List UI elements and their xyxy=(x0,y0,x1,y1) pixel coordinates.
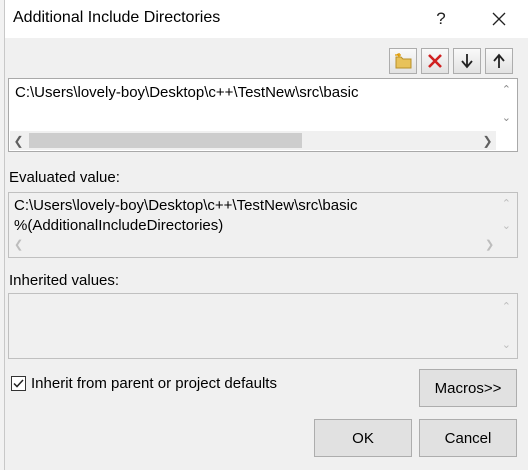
macros-button[interactable]: Macros>> xyxy=(419,369,517,407)
new-line-icon xyxy=(395,53,412,69)
cancel-button[interactable]: Cancel xyxy=(419,419,517,457)
additional-include-directories-dialog: Additional Include Directories ? C:\User… xyxy=(4,0,528,470)
new-line-button[interactable] xyxy=(389,48,417,74)
scroll-down-icon[interactable]: ⌄ xyxy=(502,111,511,124)
inherit-checkbox[interactable] xyxy=(11,376,26,391)
inherited-values-label: Inherited values: xyxy=(9,272,120,289)
scroll-right-icon[interactable]: ❯ xyxy=(479,131,496,150)
move-down-icon xyxy=(461,54,473,69)
ok-button[interactable]: OK xyxy=(314,419,412,457)
dialog-title: Additional Include Directories xyxy=(13,9,221,26)
checkmark-icon xyxy=(13,379,24,388)
evaluated-value-box: C:\Users\lovely-boy\Desktop\c++\TestNew\… xyxy=(8,192,518,258)
move-down-button[interactable] xyxy=(453,48,481,74)
help-icon: ? xyxy=(436,9,446,28)
move-up-icon xyxy=(493,53,505,68)
scroll-right-icon: ❯ xyxy=(485,239,495,251)
evaluated-line: C:\Users\lovely-boy\Desktop\c++\TestNew\… xyxy=(14,197,358,214)
evaluated-value-label: Evaluated value: xyxy=(9,169,120,186)
scroll-down-icon: ⌄ xyxy=(501,339,511,351)
help-button[interactable]: ? xyxy=(423,0,459,38)
scroll-up-icon: ⌃ xyxy=(501,198,511,210)
scroll-up-icon[interactable]: ⌃ xyxy=(502,83,511,96)
delete-icon xyxy=(428,54,442,68)
directory-line[interactable]: C:\Users\lovely-boy\Desktop\c++\TestNew\… xyxy=(15,84,358,101)
scroll-left-icon[interactable]: ❮ xyxy=(10,131,27,150)
close-button[interactable] xyxy=(477,0,521,38)
inherit-checkbox-label[interactable]: Inherit from parent or project defaults xyxy=(31,375,277,392)
move-up-button[interactable] xyxy=(485,48,513,74)
close-icon xyxy=(492,12,506,26)
scroll-down-icon: ⌄ xyxy=(501,220,511,232)
delete-button[interactable] xyxy=(421,48,449,74)
scroll-up-icon: ⌃ xyxy=(501,301,511,313)
inherited-values-box: ⌃ ⌄ xyxy=(8,293,518,359)
horizontal-scrollbar[interactable]: ❮ ❯ xyxy=(10,131,496,150)
scroll-left-icon: ❮ xyxy=(14,239,24,251)
scrollbar-thumb[interactable] xyxy=(29,133,302,148)
include-directories-editor[interactable]: C:\Users\lovely-boy\Desktop\c++\TestNew\… xyxy=(8,78,518,152)
evaluated-line: %(AdditionalIncludeDirectories) xyxy=(14,217,224,234)
title-bar: Additional Include Directories ? xyxy=(5,0,528,38)
